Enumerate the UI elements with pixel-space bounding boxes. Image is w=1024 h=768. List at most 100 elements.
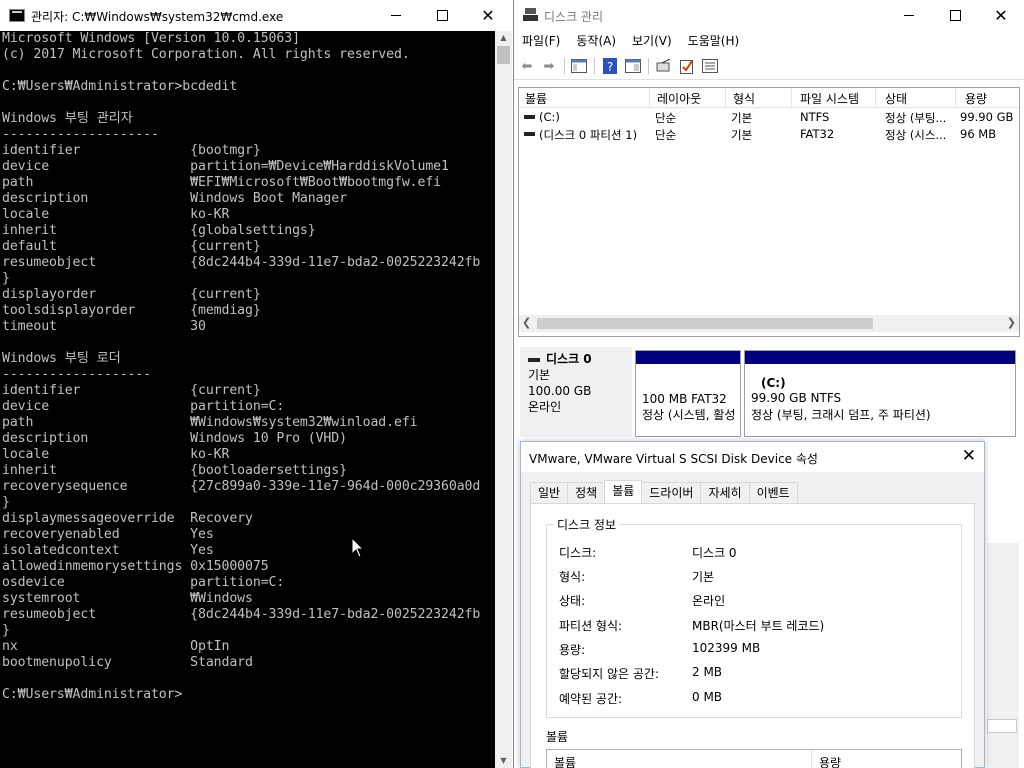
disk-type: 기본 [528,368,551,382]
volumes-tab-panel: 디스크 정보 디스크: 디스크 0 형식: 기본 상태: 온라인 파티션 형식: MBR… [530,503,975,768]
list-icon[interactable] [701,57,719,75]
console-line: recoverysequence {27c899a0-339e-11e7-964… [2,479,481,494]
prop-key: 할당되지 않은 공간: [559,667,659,681]
back-arrow-icon[interactable]: ⬅ [518,57,536,75]
column-header-volume[interactable]: 볼륨 [554,754,576,768]
column-header-status[interactable]: 상태 [885,90,907,107]
console-line: (c) 2017 Microsoft Corporation. All righ… [2,47,410,62]
toolbar: ⬅ ➡ ? [514,53,1024,80]
cmd-titlebar[interactable]: 관리자: C:₩Windows₩system32₩cmd.exe ✕ [0,0,512,31]
menu-action[interactable]: 동작(A) [568,31,624,51]
help-icon[interactable]: ? [601,57,619,75]
console-line: resumeobject {8dc244b4-339d-11e7-bda2-00… [2,607,481,622]
volume-row[interactable]: (디스크 0 파티션 1) 단순 기본 FAT32 정상 (시스... 96 M… [519,126,1019,142]
volume-status: 정상 (시스... [885,128,947,142]
console-line: isolatedcontext Yes [2,543,214,558]
prop-key: 형식: [559,570,586,584]
volumes-table[interactable]: 볼륨 용량 [546,749,962,768]
console-line: ------------------- [2,367,151,382]
volume-list[interactable]: 볼륨 레이아웃 형식 파일 시스템 상태 용량 (C:) 단순 기본 NTFS … [518,87,1020,337]
console-line: inherit {globalsettings} [2,223,316,238]
console-output[interactable]: Microsoft Windows [Version 10.0.15063] (c… [2,31,492,768]
partition-bar [745,351,1015,364]
partition-status: 정상 (시스템, 활성 [642,408,736,422]
volumes-section-label: 볼륨 [546,730,569,744]
column-header-volume[interactable]: 볼륨 [525,90,547,107]
column-separator [725,88,726,107]
tab-policy[interactable]: 정책 [567,482,606,503]
console-line: locale ko-KR [2,207,230,222]
volume-layout: 단순 [655,128,677,142]
dm-background-panel [987,543,1019,768]
column-header-type[interactable]: 형식 [733,90,755,107]
forward-arrow-icon[interactable]: ➡ [540,57,558,75]
partition-bar [636,351,740,364]
column-header-capacity[interactable]: 용량 [819,754,841,768]
properties-icon[interactable] [624,57,642,75]
disk-0-label[interactable]: 디스크 0 기본 100.00 GB 온라인 [520,347,632,437]
prop-value: 0 MB [692,690,723,704]
toolbar-separator [648,58,649,74]
column-separator [955,88,956,107]
prop-value: 2 MB [692,665,723,679]
volume-status: 정상 (부팅... [885,111,947,125]
scroll-right-arrow-icon[interactable]: ❯ [1007,316,1016,329]
console-line: description Windows Boot Manager [2,191,347,206]
menu-view[interactable]: 보기(V) [624,31,680,51]
scroll-left-arrow-icon[interactable]: ❮ [522,316,531,329]
scroll-thumb[interactable] [497,46,510,64]
console-line: device partition=C: [2,399,285,414]
dm-titlebar[interactable]: 디스크 관리 ✕ [514,0,1024,31]
rescan-icon[interactable] [655,57,673,75]
console-line: bootmenupolicy Standard [2,655,253,670]
column-header-filesystem[interactable]: 파일 시스템 [800,90,859,107]
volume-icon [524,132,535,136]
dialog-titlebar[interactable]: VMware, VMware Virtual S SCSI Disk Devic… [521,442,984,472]
volume-capacity: 96 MB [960,127,997,141]
column-separator [811,750,812,768]
hscroll-thumb[interactable] [537,318,873,329]
disk-info-group: 디스크 정보 디스크: 디스크 0 형식: 기본 상태: 온라인 파티션 형식: MBR… [546,516,962,718]
prop-key: 파티션 형식: [559,619,623,633]
check-icon[interactable] [678,57,696,75]
maximize-button[interactable] [932,0,978,31]
prop-value: 온라인 [692,594,726,608]
volume-layout: 단순 [655,111,677,125]
tab-details[interactable]: 자세히 [700,482,750,503]
volume-type: 기본 [731,111,753,125]
partition-c[interactable]: (C:) 99.90 GB NTFS 정상 (부팅, 크래시 덤프, 주 파티션… [744,350,1016,437]
cmd-app-icon [9,9,25,22]
column-header-layout[interactable]: 레이아웃 [657,90,701,107]
menu-file[interactable]: 파일(F) [514,31,568,51]
minimize-button[interactable] [373,0,419,31]
console-line: resumeobject {8dc244b4-339d-11e7-bda2-00… [2,255,481,270]
scroll-up-arrow-icon[interactable]: ▲ [495,31,512,45]
menu-help[interactable]: 도움말(H) [680,31,748,51]
volume-list-hscrollbar[interactable]: ❮ ❯ [519,315,1019,332]
console-line: displaymessageoverride Recovery [2,511,253,526]
close-button[interactable]: ✕ [978,0,1024,31]
tab-driver[interactable]: 드라이버 [641,482,702,503]
console-scrollbar[interactable]: ▲ ▼ [495,31,512,768]
tab-general[interactable]: 일반 [530,482,569,503]
scroll-down-arrow-icon[interactable]: ▼ [495,754,512,768]
console-line: Windows 부팅 로더 [2,351,121,366]
tab-volumes[interactable]: 볼륨 [604,480,643,503]
close-icon[interactable]: ✕ [962,446,976,466]
disk-icon [528,357,540,362]
minimize-button[interactable] [886,0,932,31]
tab-events[interactable]: 이벤트 [748,482,798,503]
volume-row[interactable]: (C:) 단순 기본 NTFS 정상 (부팅... 99.90 GB [519,109,1019,125]
volume-name: (디스크 0 파티션 1) [539,128,638,142]
console-line: device partition=₩Device₩HarddiskVolume1 [2,159,449,174]
console-line: C:₩Users₩Administrator> [2,687,183,702]
console-tree-icon[interactable] [570,57,588,75]
partition-system[interactable]: 100 MB FAT32 정상 (시스템, 활성 [635,350,741,437]
maximize-button[interactable] [419,0,465,31]
close-button[interactable]: ✕ [465,0,511,31]
column-header-capacity[interactable]: 용량 [965,90,987,107]
disk-graphical-view: 디스크 0 기본 100.00 GB 온라인 100 MB FAT32 정상 (… [518,345,1020,440]
prop-value: MBR(마스터 부트 레코드) [692,619,825,633]
